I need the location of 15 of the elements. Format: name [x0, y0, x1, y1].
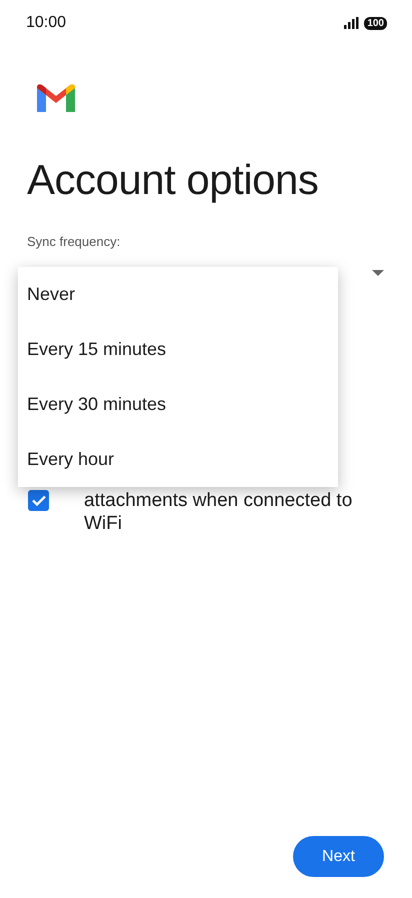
menu-option[interactable]: Every 15 minutes — [18, 322, 338, 377]
battery-level: 100 — [364, 16, 387, 30]
mail-logo — [37, 84, 75, 112]
signal-icon — [344, 17, 360, 29]
sync-frequency-label: Sync frequency: — [27, 234, 122, 249]
menu-option[interactable]: Every hour — [18, 432, 338, 487]
page-title: Account options — [27, 156, 320, 204]
checkmark-icon — [32, 495, 46, 506]
menu-option[interactable]: Never — [18, 267, 338, 322]
menu-option[interactable]: Every 30 minutes — [18, 377, 338, 432]
checkbox[interactable] — [28, 490, 49, 511]
dropdown-arrow-icon[interactable] — [372, 270, 384, 276]
status-time: 10:00 — [26, 14, 66, 32]
checkbox-label: attachments when connected to WiFi — [84, 489, 354, 535]
next-button[interactable]: Next — [293, 836, 384, 877]
